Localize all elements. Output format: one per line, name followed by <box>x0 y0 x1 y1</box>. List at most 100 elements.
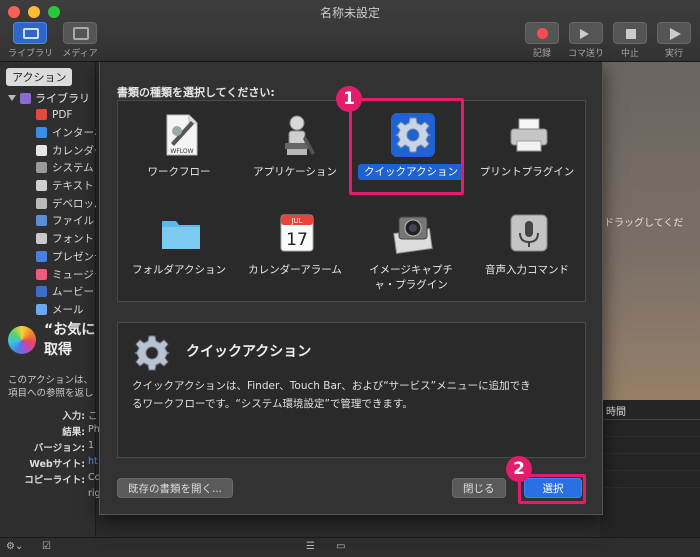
type-folder-action[interactable]: フォルダアクション <box>120 203 238 293</box>
photos-icon <box>8 326 36 354</box>
table-row <box>600 437 700 454</box>
category-icon <box>36 268 47 280</box>
library-button-label: ライブラリ <box>8 49 54 59</box>
metadata-key: Webサイト: <box>29 459 85 470</box>
log-table: 時間 <box>600 400 700 537</box>
description-text: クイックアクションは、Finder、Touch Bar、および“サービス”メニュ… <box>132 380 531 410</box>
microphone-icon <box>510 214 548 252</box>
library-category-item[interactable]: フォント <box>36 230 96 248</box>
disclosure-triangle-icon[interactable] <box>8 95 16 101</box>
metadata-row: rig <box>8 488 101 504</box>
category-label: デベロッパ <box>52 197 96 210</box>
category-icon <box>36 197 47 209</box>
description-toggle-icon[interactable]: ☑ <box>42 541 51 555</box>
category-icon <box>36 215 47 227</box>
library-category-item[interactable]: ムービー <box>36 283 96 301</box>
list-view-icon[interactable]: ☰ <box>306 541 315 555</box>
svg-text:WFLOW: WFLOW <box>170 148 193 155</box>
metadata-link[interactable]: ht <box>88 456 98 472</box>
category-icon <box>36 286 47 298</box>
metadata-row: バージョン: 1 <box>8 440 98 456</box>
library-root-item[interactable]: ライブラリ <box>8 90 90 106</box>
window-toolbar: 名称未設定 ライブラリ メディア 記録 コマ送り 中止 実行 <box>0 0 700 62</box>
folder-icon <box>162 221 200 249</box>
type-print-plugin-label: プリントプラグイン <box>479 166 575 178</box>
type-calendar-alarm-label: カレンダーアラーム <box>248 264 342 276</box>
description-title: クイックアクション <box>186 344 312 360</box>
table-row <box>600 454 700 471</box>
type-image-capture-plugin-label: イメージキャプチ ャ・プラグイン <box>369 264 453 291</box>
library-category-item[interactable]: カレンダー <box>36 141 96 159</box>
svg-text:17: 17 <box>286 230 308 250</box>
library-category-item[interactable]: テキスト <box>36 177 96 195</box>
category-label: プレゼンテーション <box>52 250 96 263</box>
category-label: ミュージック <box>52 268 96 281</box>
run-button[interactable]: 実行 <box>652 22 696 59</box>
category-label: メール <box>52 303 84 316</box>
type-dictation-command-label: 音声入力コマンド <box>485 264 569 276</box>
step-1-badge: 1 <box>336 86 362 112</box>
metadata-key: 結果: <box>62 427 85 438</box>
library-category-item[interactable]: デベロッパ <box>36 194 96 212</box>
metadata-row: 入力: こ <box>8 408 98 424</box>
metadata-value: 1 <box>88 440 95 451</box>
type-folder-action-label: フォルダアクション <box>132 264 226 276</box>
printer-icon <box>510 118 548 152</box>
automator-robot-icon <box>285 115 315 155</box>
step-button[interactable]: コマ送り <box>564 22 608 59</box>
category-label: システム <box>52 162 94 175</box>
type-print-plugin[interactable]: プリントプラグイン <box>468 105 586 195</box>
library-toolbar-button[interactable]: ライブラリ <box>8 22 54 59</box>
library-category-item[interactable]: インターネット <box>36 124 96 142</box>
step-2-badge: 2 <box>506 456 532 482</box>
category-label: テキスト <box>52 180 94 193</box>
library-category-item[interactable]: メール <box>36 301 96 319</box>
action-metadata: 入力: こ結果: Ph バージョン: 1 Webサイト: ht コピーライト: Co rig <box>8 408 101 504</box>
metadata-row: 結果: Ph <box>8 424 100 440</box>
log-column-time[interactable]: 時間 <box>600 400 700 420</box>
step-button-label: コマ送り <box>567 49 604 59</box>
library-category-item[interactable]: システム <box>36 159 96 177</box>
actions-segment-button[interactable]: アクション <box>6 68 73 86</box>
metadata-key <box>8 488 88 504</box>
library-category-item[interactable]: ファイルとフォルダ <box>36 212 96 230</box>
library-category-item[interactable]: ミュージック <box>36 265 96 283</box>
category-label: ムービー <box>52 286 94 299</box>
category-icon <box>36 144 47 156</box>
library-category-item[interactable]: PDF <box>36 106 96 124</box>
highlight-quick-action <box>349 98 464 195</box>
bottom-bar: ⚙⌄ ☑ ☰ ▭ <box>0 537 700 557</box>
stop-button[interactable]: 中止 <box>608 22 652 59</box>
play-icon <box>670 28 681 40</box>
media-icon <box>73 27 89 40</box>
type-image-capture-plugin[interactable]: イメージキャプチ ャ・プラグイン <box>352 203 470 293</box>
metadata-key: バージョン: <box>33 443 85 454</box>
media-toolbar-button[interactable]: メディア <box>58 22 102 59</box>
record-button-label: 記録 <box>532 49 551 59</box>
stop-icon <box>626 29 636 39</box>
stop-button-label: 中止 <box>620 49 639 59</box>
type-application[interactable]: アプリケーション <box>236 105 354 195</box>
type-dictation-command[interactable]: 音声入力コマンド <box>468 203 586 293</box>
metadata-value: Ph <box>88 424 100 435</box>
category-icon <box>36 109 47 121</box>
calendar-icon: JUL 17 <box>280 214 314 252</box>
library-icon <box>20 92 31 104</box>
gear-menu-icon[interactable]: ⚙⌄ <box>6 541 23 555</box>
camera-icon <box>393 216 433 254</box>
category-label: フォント <box>52 233 94 246</box>
workflow-document-icon: WFLOW <box>166 114 198 156</box>
type-description-panel: クイックアクション クイックアクションは、Finder、Touch Bar、およ… <box>117 322 586 458</box>
metadata-row: コピーライト: Co <box>8 472 100 488</box>
type-calendar-alarm[interactable]: JUL 17 カレンダーアラーム <box>236 203 354 293</box>
split-view-icon[interactable]: ▭ <box>336 541 345 555</box>
library-category-item[interactable]: プレゼンテーション <box>36 248 96 266</box>
type-workflow-label: ワークフロー <box>147 166 211 178</box>
category-icon <box>36 127 47 139</box>
metadata-row: Webサイト: ht <box>8 456 98 472</box>
record-button[interactable]: 記録 <box>520 22 564 59</box>
close-button[interactable]: 閉じる <box>452 478 506 498</box>
type-workflow[interactable]: WFLOW ワークフロー <box>120 105 238 195</box>
type-application-label: アプリケーション <box>253 166 337 178</box>
open-existing-button[interactable]: 既存の書類を開く... <box>117 478 234 498</box>
